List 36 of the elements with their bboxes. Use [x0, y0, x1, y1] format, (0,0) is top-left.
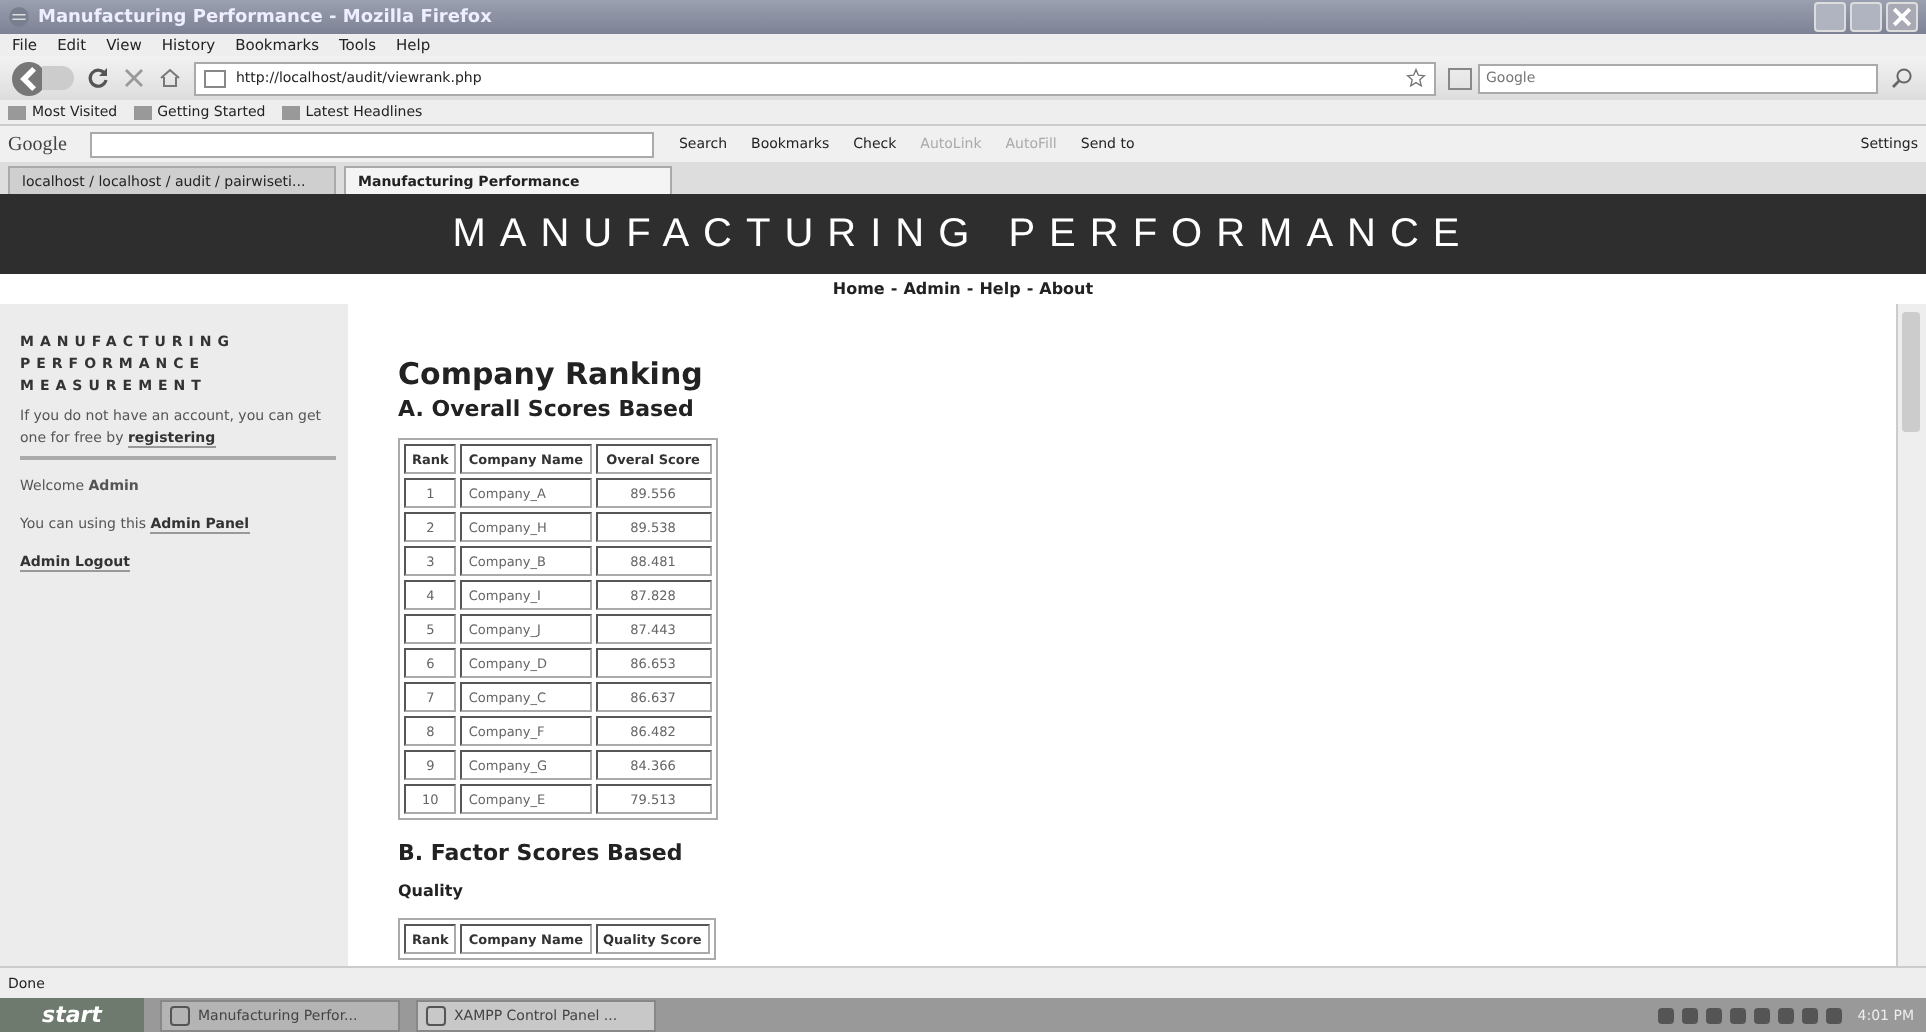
section-heading: B. Factor Scores Based — [398, 840, 685, 866]
maximize-button[interactable] — [1850, 2, 1882, 32]
scroll-thumb[interactable] — [1902, 312, 1920, 432]
nav-link[interactable]: Help — [979, 280, 1021, 298]
nav-link[interactable]: About — [1039, 280, 1094, 298]
app-icon — [426, 1005, 446, 1025]
bookmark-icon — [281, 105, 300, 119]
nav-separator: - — [890, 280, 898, 298]
nav-separator: - — [966, 280, 974, 298]
page-heading: Company Ranking — [398, 356, 705, 392]
close-button[interactable] — [1886, 2, 1918, 32]
scrollbar[interactable] — [1896, 304, 1926, 966]
bookmark-icon — [8, 105, 26, 119]
bookmark-icon — [133, 105, 152, 119]
back-button[interactable] — [12, 61, 46, 95]
home-icon[interactable] — [158, 66, 182, 90]
factor-heading: Quality — [398, 882, 465, 900]
star-icon[interactable] — [1406, 68, 1426, 88]
nav-link[interactable]: Admin — [903, 280, 961, 298]
window-title: Manufacturing Performance - Mozilla Firefox — [38, 7, 492, 27]
tray-icons-drawing[interactable] — [1657, 1007, 1842, 1023]
search-icon[interactable] — [1890, 66, 1914, 90]
globe-icon — [8, 6, 30, 28]
page-icon — [204, 69, 226, 87]
section-heading: A. Overall Scores Based — [398, 396, 696, 422]
stop-icon[interactable] — [122, 66, 146, 90]
app-icon — [170, 1005, 190, 1025]
google-logo: Google — [8, 133, 67, 155]
start-button[interactable]: start — [0, 998, 144, 1032]
google-search-field[interactable] — [90, 131, 655, 157]
reload-icon[interactable] — [86, 66, 110, 90]
close-icon — [1888, 4, 1916, 30]
nav-link[interactable]: Home — [832, 280, 885, 298]
nav-separator: - — [1026, 280, 1034, 298]
minimize-button[interactable] — [1814, 2, 1846, 32]
site-title: MANUFACTURING PERFORMANCE — [452, 211, 1474, 257]
